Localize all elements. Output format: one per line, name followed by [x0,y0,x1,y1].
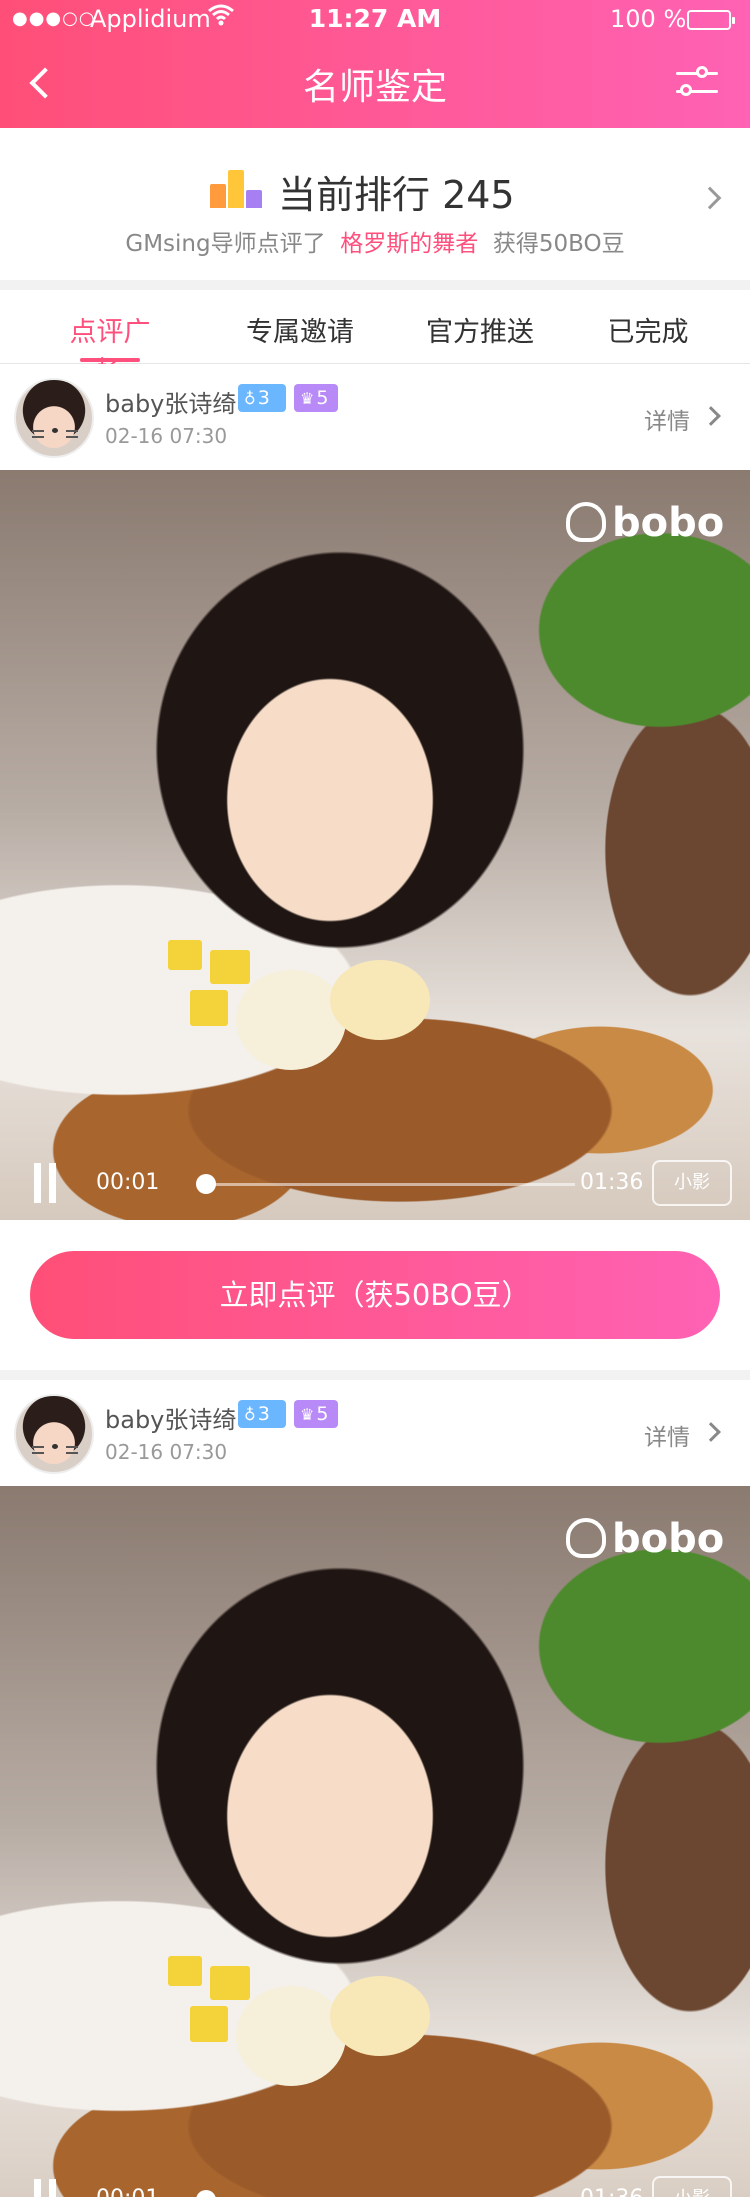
ranking-card[interactable]: 当前排行 245 GMsing导师点评了 格罗斯的舞者 获得50BO豆 [0,128,750,280]
video-watermark: bobo [566,1516,724,1562]
section-divider [0,1370,750,1380]
current-rank: 当前排行 245 [278,173,515,217]
active-tab-indicator [80,358,140,362]
crown-badge: ♛ 5 [294,1400,338,1428]
current-time: 00:01 [96,1170,160,1195]
crown-icon: ♛ [300,389,315,408]
chevron-right-icon [698,186,722,210]
section-divider [0,280,750,290]
post-date: 02-16 07:30 [105,1440,228,1464]
level-badge-value: 3 [257,387,270,409]
battery-percent: 100 % [610,5,687,33]
watermark-text: bobo [612,1516,725,1562]
rank-sub-highlight[interactable]: 格罗斯的舞者 [340,231,478,257]
chevron-right-icon [701,406,721,426]
pause-icon[interactable] [30,1163,60,1203]
avatar[interactable] [14,378,94,458]
total-time: 01:36 [580,1170,644,1195]
page-title: 名师鉴定 [302,67,447,108]
video-watermark: bobo [566,500,724,546]
corner-watermark: 小影 [652,2176,732,2197]
avatar[interactable] [14,1394,94,1474]
chevron-right-icon [701,1422,721,1442]
current-time: 00:01 [96,2186,159,2197]
navbar: 名师鉴定 [0,40,750,128]
progress-thumb[interactable] [196,2190,216,2197]
gender-icon: ♁ [244,1405,256,1424]
level-badge: ♁ 3 [238,384,286,412]
tab-completed[interactable]: 已完成 [600,310,696,349]
video-player[interactable]: bobo 00:01 01:36 小影 [0,1486,750,2197]
tab-exclusive-invite[interactable]: 专属邀请 [240,310,360,349]
post-date: 02-16 07:30 [105,424,228,448]
corner-watermark: 小影 [652,1160,732,1206]
tab-bar: 点评广场 专属邀请 官方推送 已完成 [0,290,750,387]
rank-subtitle: GMsing导师点评了 格罗斯的舞者 获得50BO豆 [0,224,750,258]
crown-badge: ♛ 5 [294,384,338,412]
pause-icon[interactable] [30,2179,60,2197]
progress-thumb[interactable] [196,1174,216,1194]
detail-link[interactable]: 详情 [644,1418,690,1452]
header: ●●●○○ Applidium 11:27 AM 100 % 名师鉴定 [0,0,750,128]
feed-item-header: baby张诗绮 ♁ 3 ♛ 5 02-16 07:30 详情 [0,1380,750,1486]
review-now-button[interactable]: 立即点评（获50BO豆） [30,1251,720,1339]
crown-badge-value: 5 [316,1403,329,1425]
total-time: 01:36 [580,2186,643,2197]
level-badge: ♁ 3 [238,1400,286,1428]
progress-track[interactable] [205,1183,575,1186]
watermark-text: bobo [612,500,725,546]
status-bar: ●●●○○ Applidium 11:27 AM 100 % [0,0,750,40]
bobo-logo-icon [566,1518,606,1558]
filter-button[interactable] [672,60,722,104]
battery-icon [687,10,735,30]
feed-item-header: baby张诗绮 ♁ 3 ♛ 5 02-16 07:30 详情 [0,364,750,470]
bobo-logo-icon [566,502,606,542]
crown-badge-value: 5 [316,387,329,409]
app-screen: ●●●○○ Applidium 11:27 AM 100 % 名师鉴定 当前排行… [0,0,750,2197]
cta-area: 立即点评（获50BO豆） [0,1220,750,1370]
video-player[interactable]: bobo 00:01 01:36 小影 [0,470,750,1220]
crown-icon: ♛ [300,1405,315,1424]
ranking-podium-icon [210,168,262,208]
username[interactable]: baby张诗绮 [105,384,236,419]
username[interactable]: baby张诗绮 [105,1400,236,1435]
rank-sub-prefix: GMsing导师点评了 [125,231,326,257]
detail-link[interactable]: 详情 [644,402,690,436]
level-badge-value: 3 [257,1403,270,1425]
gender-icon: ♁ [244,389,256,408]
rank-sub-suffix: 获得50BO豆 [492,231,625,257]
tab-official-push[interactable]: 官方推送 [420,310,540,349]
